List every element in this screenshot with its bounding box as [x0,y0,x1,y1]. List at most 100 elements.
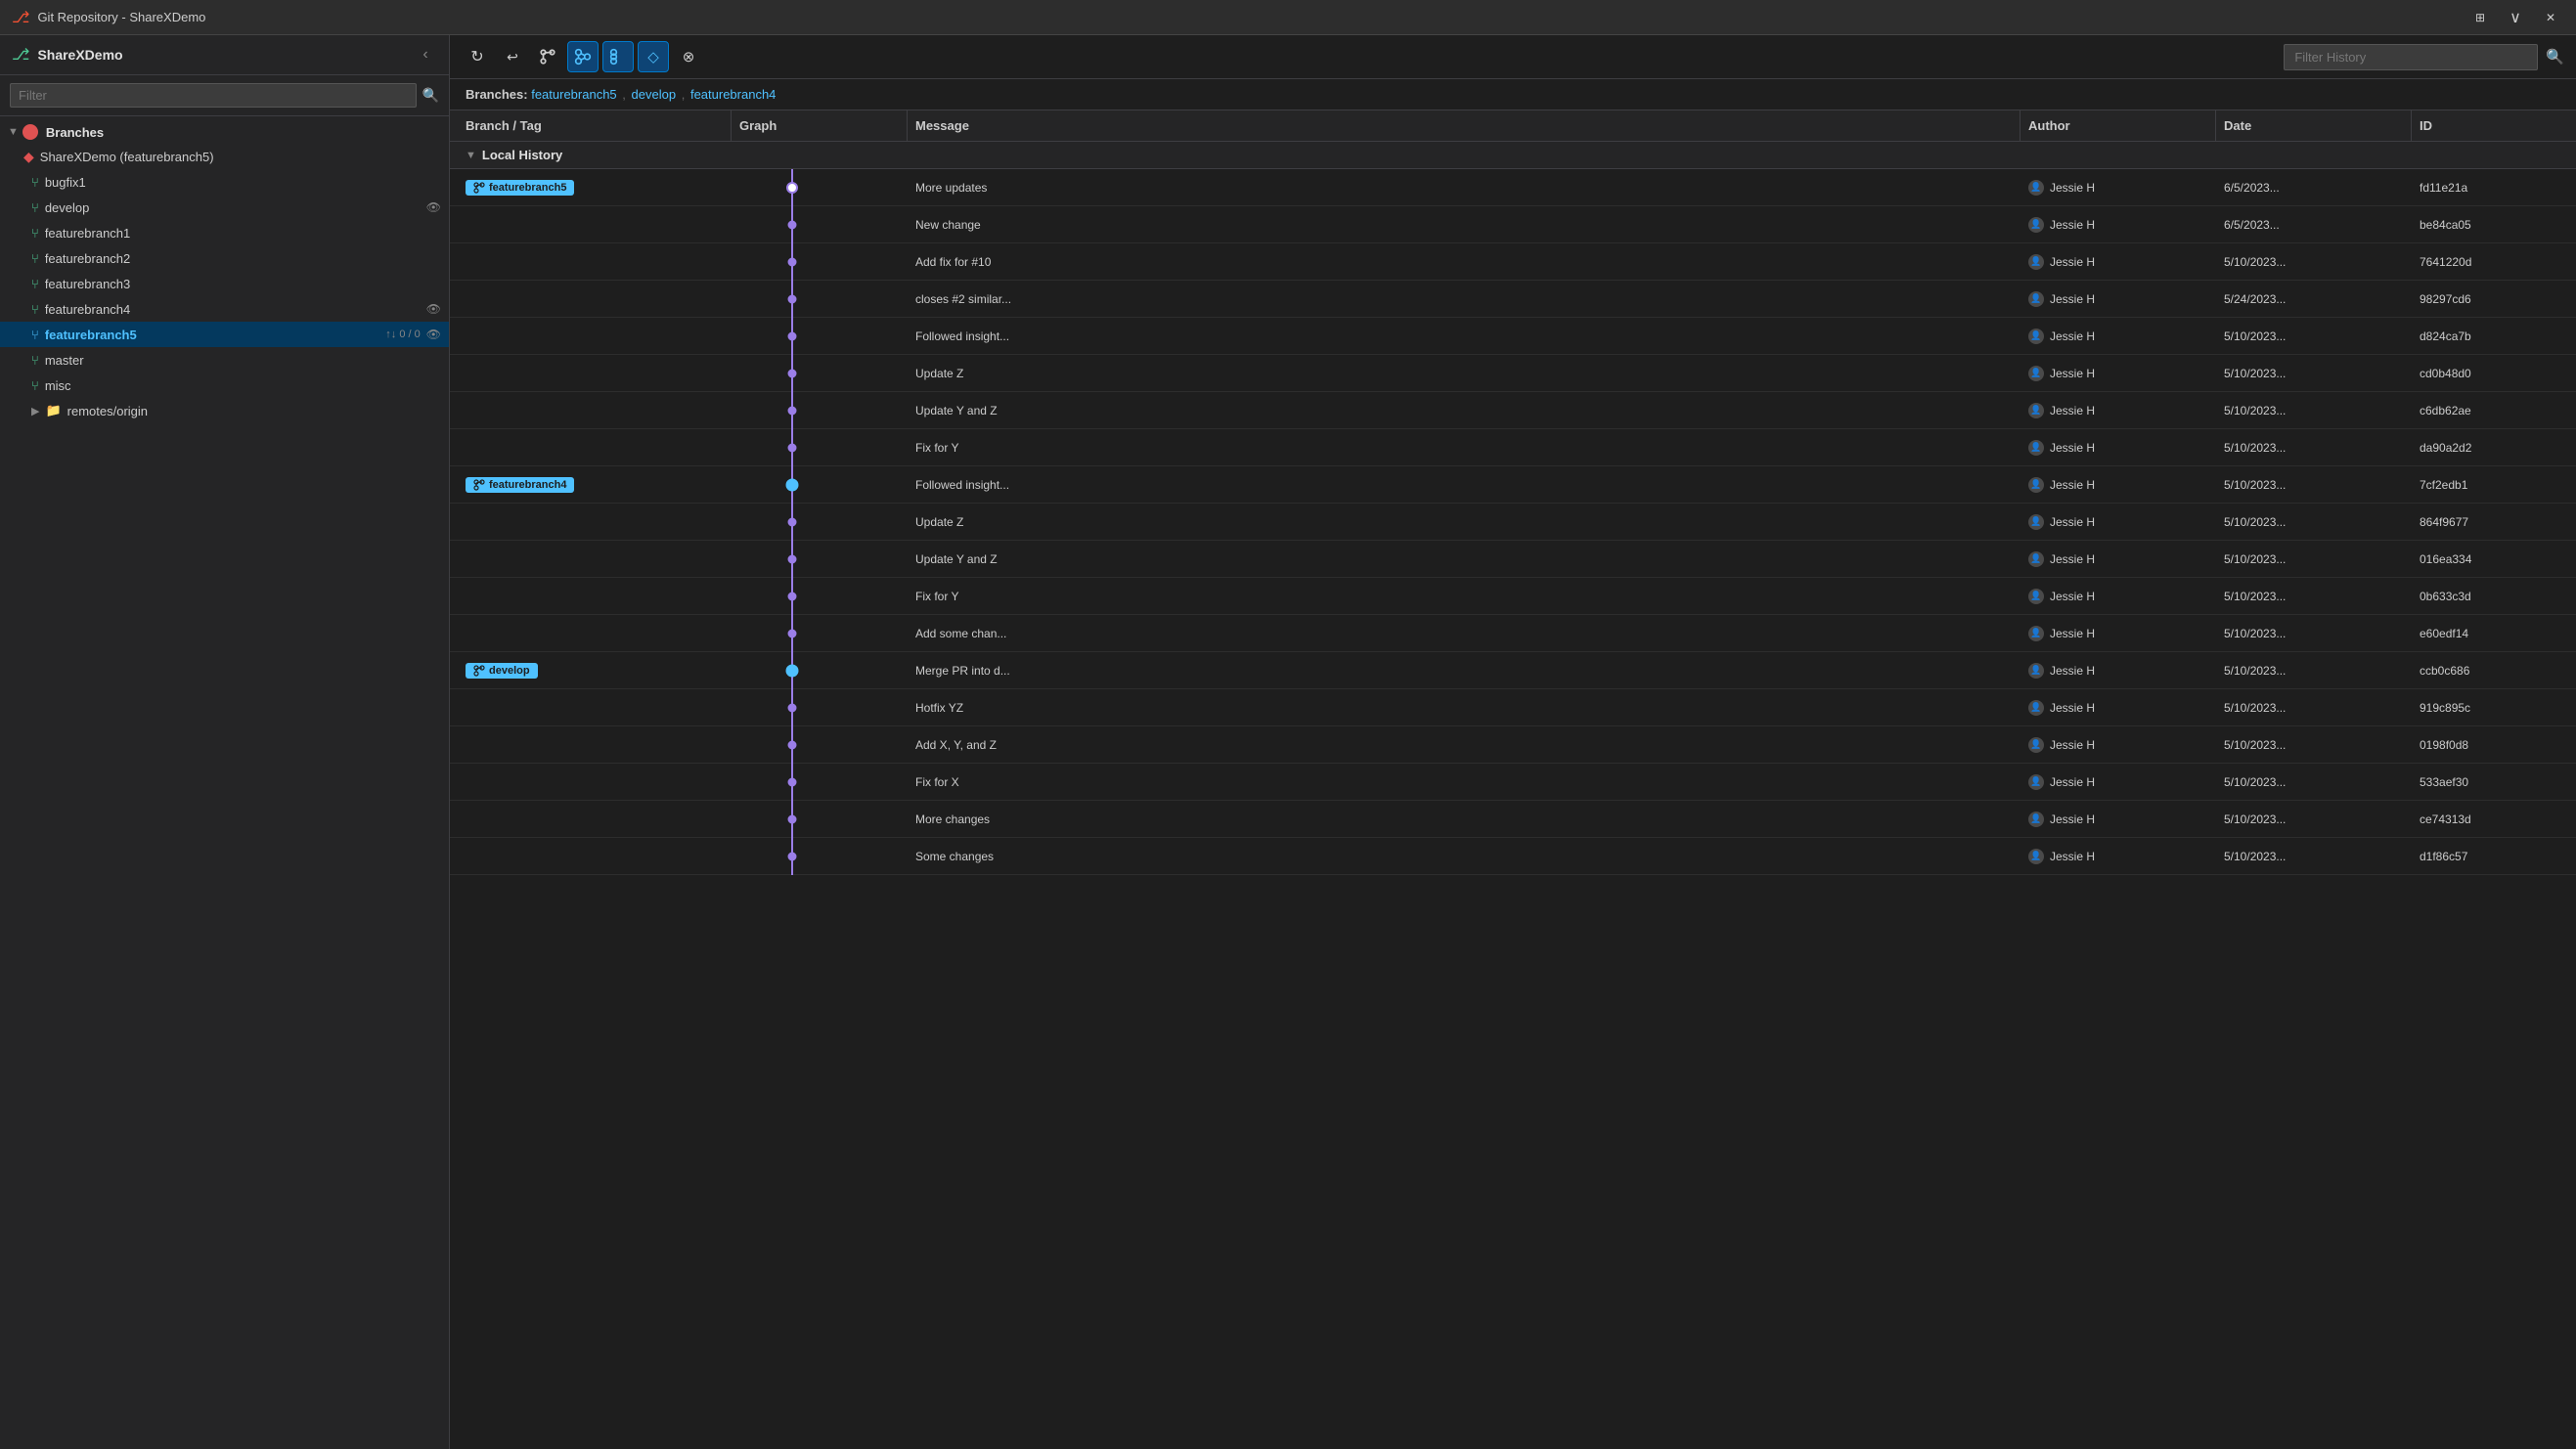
commit-message-14: Hotfix YZ [908,689,2021,725]
commit-date-3: 5/24/2023... [2216,281,2412,317]
commit-author-2: 👤Jessie H [2021,243,2216,280]
branch-tag-fb5[interactable]: featurebranch5 [466,180,574,196]
commit-row[interactable]: Hotfix YZ 👤Jessie H 5/10/2023... 919c895… [450,689,2576,726]
branch-name-misc: misc [45,378,441,393]
sidebar-item-bugfix1[interactable]: ⑂ bugfix1 [0,169,449,195]
sidebar-item-featurebranch2[interactable]: ⑂ featurebranch2 [0,245,449,271]
eye-icon-fb4[interactable]: 👁 [426,302,441,316]
avatar-15: 👤 [2028,737,2044,753]
commit-id-4: d824ca7b [2412,318,2568,354]
branches-label: Branches: [466,87,531,102]
branch-name-fb2: featurebranch2 [45,251,441,266]
sidebar-item-develop[interactable]: ⑂ develop 👁 [0,195,449,220]
avatar-13: 👤 [2028,663,2044,679]
commit-row[interactable]: featurebranch5 More updates 👤 Jessie H 6… [450,169,2576,206]
commit-row[interactable]: Add X, Y, and Z 👤Jessie H 5/10/2023... 0… [450,726,2576,764]
branch-icon-fb3: ⑂ [31,277,39,291]
sidebar-header: ⎇ ShareXDemo ‹ [0,35,449,75]
branch-icon-fb2: ⑂ [31,251,39,266]
commit-id-13: ccb0c686 [2412,652,2568,688]
avatar-11: 👤 [2028,589,2044,604]
window-title: Git Repository - ShareXDemo [37,10,2459,24]
header-date: Date [2216,110,2412,141]
filter-input[interactable] [10,83,417,108]
sidebar-item-misc[interactable]: ⑂ misc [0,373,449,398]
graph-view-button[interactable] [567,41,599,72]
commit-row[interactable]: Add some chan... 👤Jessie H 5/10/2023... … [450,615,2576,652]
sidebar-item-remotes[interactable]: ▶ 📁 remotes/origin [0,398,449,423]
branch-tag-fb4[interactable]: featurebranch4 [466,477,574,493]
commit-message-17: More changes [908,801,2021,837]
commit-row[interactable]: Fix for X 👤Jessie H 5/10/2023... 533aef3… [450,764,2576,801]
table-header: Branch / Tag Graph Message Author Date I… [450,110,2576,142]
commit-row[interactable]: Followed insight... 👤Jessie H 5/10/2023.… [450,318,2576,355]
commit-message-7: Fix for Y [908,429,2021,465]
commit-id-11: 0b633c3d [2412,578,2568,614]
commit-row[interactable]: Fix for Y 👤Jessie H 5/10/2023... da90a2d… [450,429,2576,466]
branches-section-header[interactable]: ▼ Branches [0,120,449,144]
commit-branch-tag: featurebranch5 [458,169,732,205]
more-button[interactable]: ∨ [2502,4,2529,31]
commit-date-15: 5/10/2023... [2216,726,2412,763]
close-button[interactable]: ✕ [2537,4,2564,31]
commit-author-11: 👤Jessie H [2021,578,2216,614]
repo-row[interactable]: ◆ ShareXDemo (featurebranch5) [0,144,449,169]
sidebar-item-featurebranch5[interactable]: ⑂ featurebranch5 ↑↓ 0 / 0 👁 [0,322,449,347]
branches-row: Branches: featurebranch5 , develop , fea… [450,79,2576,110]
commit-branch-tag-15 [458,726,732,763]
pin-button[interactable]: ⊞ [2466,4,2494,31]
commit-row[interactable]: Update Z 👤Jessie H 5/10/2023... 864f9677 [450,504,2576,541]
commit-date-16: 5/10/2023... [2216,764,2412,800]
sidebar-item-master[interactable]: ⑂ master [0,347,449,373]
toolbar: ↻ ↩ [450,35,2576,79]
commit-date-10: 5/10/2023... [2216,541,2412,577]
list-view-button[interactable] [602,41,634,72]
sidebar-item-featurebranch4[interactable]: ⑂ featurebranch4 👁 [0,296,449,322]
sidebar-item-featurebranch3[interactable]: ⑂ featurebranch3 [0,271,449,296]
tag-button[interactable]: ◇ [638,41,669,72]
sidebar-content: ▼ Branches ◆ ShareXDemo (featurebranch5)… [0,116,449,1449]
commit-date-5: 5/10/2023... [2216,355,2412,391]
sidebar-item-featurebranch1[interactable]: ⑂ featurebranch1 [0,220,449,245]
branch-link-develop[interactable]: develop [632,87,677,102]
undo-button[interactable]: ↩ [497,41,528,72]
commit-branch-tag-3 [458,281,732,317]
branch-link-fb5[interactable]: featurebranch5 [531,87,616,102]
filter-search-icon[interactable]: 🔍 [422,87,439,104]
commit-author-6: 👤Jessie H [2021,392,2216,428]
commit-row[interactable]: Fix for Y 👤Jessie H 5/10/2023... 0b633c3… [450,578,2576,615]
avatar-17: 👤 [2028,812,2044,827]
eye-icon-fb5[interactable]: 👁 [426,328,441,341]
commit-author-15: 👤Jessie H [2021,726,2216,763]
commit-row[interactable]: New change 👤Jessie H 6/5/2023... be84ca0… [450,206,2576,243]
commit-message-2: Add fix for #10 [908,243,2021,280]
commit-row[interactable]: Add fix for #10 👤Jessie H 5/10/2023... 7… [450,243,2576,281]
commit-row[interactable]: closes #2 similar... 👤Jessie H 5/24/2023… [450,281,2576,318]
branch-icon-misc: ⑂ [31,378,39,393]
sidebar-collapse-button[interactable]: ‹ [414,43,437,66]
refresh-button[interactable]: ↻ [462,41,493,72]
commit-message-4: Followed insight... [908,318,2021,354]
commit-author-17: 👤Jessie H [2021,801,2216,837]
filter-history-search-icon[interactable]: 🔍 [2546,48,2564,66]
commit-row[interactable]: Some changes 👤Jessie H 5/10/2023... d1f8… [450,838,2576,875]
commit-branch-tag-6 [458,392,732,428]
commit-row[interactable]: develop Merge PR into d... 👤Jessie H 5/1… [450,652,2576,689]
branch-link-fb4[interactable]: featurebranch4 [690,87,776,102]
commit-row[interactable]: Update Y and Z 👤Jessie H 5/10/2023... c6… [450,392,2576,429]
commit-branch-tag-7 [458,429,732,465]
avatar-16: 👤 [2028,774,2044,790]
branch-action-button[interactable] [532,41,563,72]
commit-row[interactable]: Update Y and Z 👤Jessie H 5/10/2023... 01… [450,541,2576,578]
filter-button[interactable]: ⊗ [673,41,704,72]
commit-row[interactable]: More changes 👤Jessie H 5/10/2023... ce74… [450,801,2576,838]
graph-cell-11 [732,578,908,614]
branches-section-label: Branches [46,125,104,140]
filter-history-input[interactable] [2284,44,2538,70]
branch-tag-develop[interactable]: develop [466,663,538,679]
commit-row[interactable]: Update Z 👤Jessie H 5/10/2023... cd0b48d0 [450,355,2576,392]
local-history-label: Local History [482,148,562,162]
local-history-header[interactable]: ▼ Local History [450,142,2576,169]
eye-icon-develop[interactable]: 👁 [426,200,441,214]
commit-row[interactable]: featurebranch4 Followed insight... 👤Jess… [450,466,2576,504]
